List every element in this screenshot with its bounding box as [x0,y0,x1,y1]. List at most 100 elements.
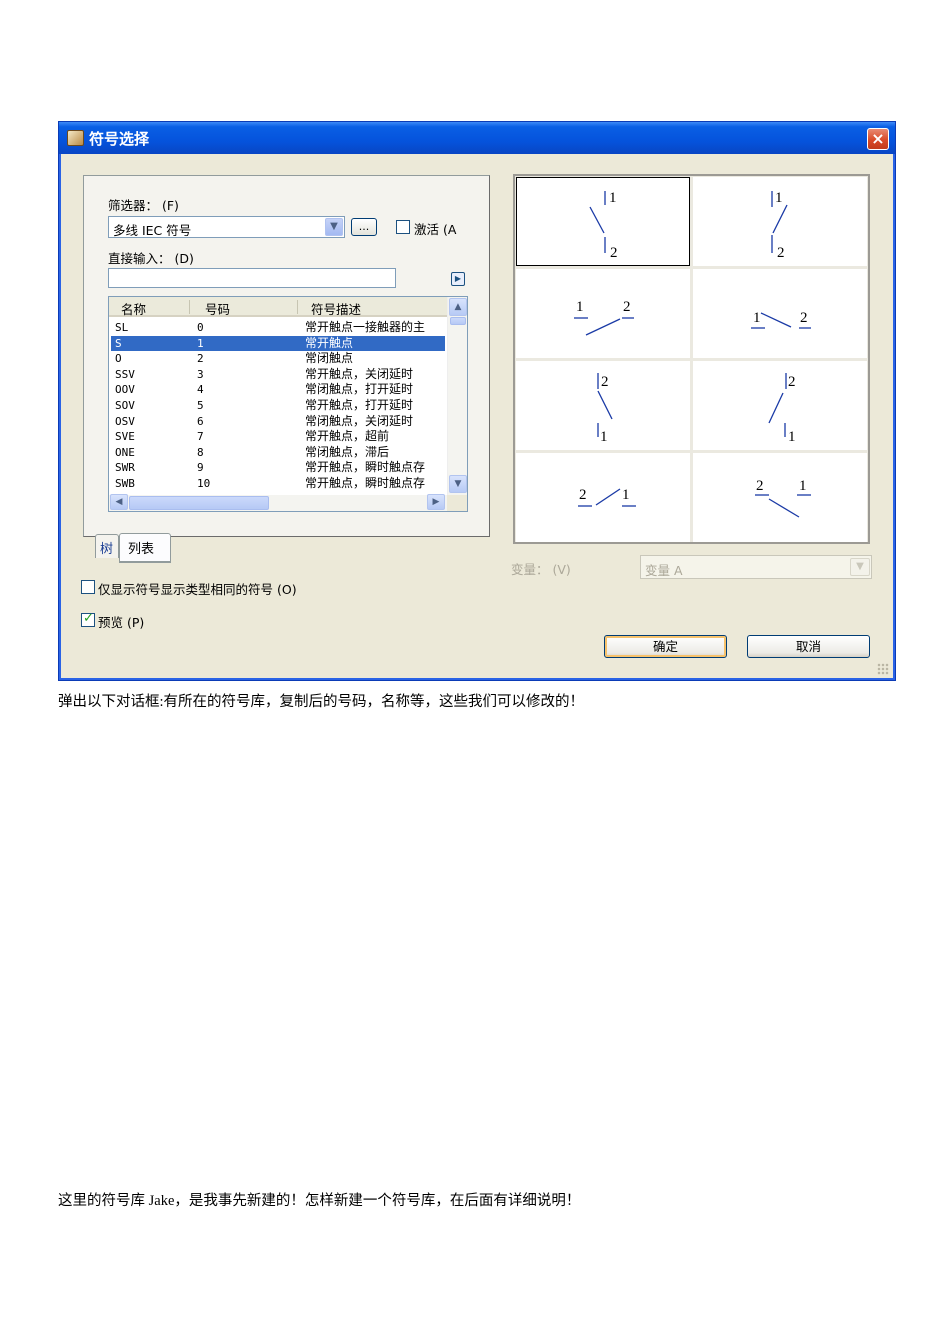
list-cell-desc: 常闭触点，打开延时 [305,382,414,397]
symbol-cell[interactable]: 21 [693,361,867,450]
symbol-terminal-label: 1 [576,299,584,315]
symbol-cell[interactable]: 21 [516,361,690,450]
list-row[interactable]: SL 0 常开触点一接触器的主 [111,320,445,336]
symbol-list[interactable]: 名称 号码 符号描述 SL 0 常开触点一接触器的主 S 1 常开触点 O 2 常闭触点 SSV 3… [108,296,468,512]
symbol-terminal-label: 2 [623,299,631,315]
list-cell-desc: 常开触点，瞬时触点存 [305,460,426,475]
filter-select[interactable]: 多线 IEC 符号 ▼ [108,216,345,238]
list-cell-name: S [115,336,122,350]
list-row[interactable]: O 2 常闭触点 [111,351,445,367]
symbol-terminal-label: 2 [610,245,618,261]
symbol-terminal-label: 2 [579,487,587,503]
list-cell-name: SOV [115,399,135,412]
symbol-terminal-label: 1 [788,429,796,445]
vertical-scrollbar[interactable]: ▲ ▼ [447,297,467,495]
list-cell-number: 8 [197,445,204,459]
list-cell-number: 2 [197,352,204,366]
list-row[interactable]: SVE 7 常开触点，超前 [111,429,445,445]
list-cell-number: 9 [197,461,204,475]
scroll-up-icon[interactable]: ▲ [449,298,467,316]
dialog-title: 符号选择 [89,130,150,148]
horizontal-scrollbar[interactable]: ◀ ▶ [109,494,447,511]
symbol-terminal-label: 2 [800,310,808,326]
filter-value: 多线 IEC 符号 [113,223,192,238]
column-header-number[interactable]: 号码 [205,299,230,318]
tab-list-label: 列表 [128,542,155,557]
symbol-cell[interactable]: 21 [693,453,867,542]
activate-checkbox[interactable] [396,220,410,234]
list-row[interactable]: OSV 6 常闭触点，关闭延时 [111,414,445,430]
contact-symbol-icon: 21 [597,373,613,445]
contact-symbol-icon: 12 [771,190,788,261]
preview-checkbox[interactable] [81,611,95,627]
list-cell-name: SSV [115,367,135,381]
list-cell-desc: 常开触点 [305,335,354,350]
symbol-terminal-label: 2 [777,245,785,261]
tab-page-list: 筛选器： (F) 多线 IEC 符号 ▼ ... 激活 (A 直接输入： (D)… [83,175,490,537]
preview-label: 预览 (P) [98,615,145,630]
only-same-type-checkbox[interactable] [81,580,95,594]
tab-tree[interactable]: 树 [95,534,119,558]
contact-symbol-icon: 12 [574,299,634,336]
tab-list[interactable]: 列表 [119,533,171,563]
list-row[interactable]: SSV 3 常开触点，关闭延时 [111,367,445,383]
symbol-cell[interactable]: 12 [693,269,867,358]
symbol-cell[interactable]: 21 [516,453,690,542]
list-row[interactable]: S 1 常开触点 [111,335,445,352]
chevron-down-icon[interactable]: ▼ [325,218,343,236]
caption-1: 弹出以下对话框:有所在的符号库，复制后的号码，名称等，这些我们可以修改的！ [58,694,585,710]
contact-symbol-icon: 21 [755,478,811,518]
list-row[interactable]: SWR 9 常开触点，瞬时触点存 [111,460,445,476]
contact-symbol-icon: 21 [578,487,636,507]
scroll-right-icon[interactable]: ▶ [427,494,445,510]
browse-button[interactable]: ... [351,218,377,236]
column-header-name[interactable]: 名称 [121,299,146,318]
vertical-scroll-thumb[interactable] [450,317,466,325]
list-row[interactable]: SOV 5 常开触点，打开延时 [111,398,445,414]
list-cell-name: SWR [115,461,135,475]
symbol-terminal-label: 1 [753,310,761,326]
variant-label: 变量： (V) [511,562,571,577]
apply-arrow-icon[interactable]: ▶ [451,272,465,286]
variant-select[interactable]: 变量 A ▼ [640,555,872,579]
contact-symbol-icon: 12 [751,310,811,329]
list-row[interactable]: ONE 8 常闭触点，滞后 [111,445,445,461]
contact-symbol-icon: 21 [768,373,796,445]
column-header-description[interactable]: 符号描述 [311,299,361,318]
list-row[interactable]: SWB 10 常开触点，瞬时触点存 [111,476,445,492]
direct-input-field[interactable] [108,268,396,288]
list-cell-desc: 常闭触点 [305,351,354,366]
horizontal-scroll-thumb[interactable] [129,496,269,510]
close-button[interactable]: × [867,128,889,150]
chevron-down-icon[interactable]: ▼ [850,558,870,576]
activate-label: 激活 (A [414,222,457,237]
list-cell-name: OOV [115,383,135,397]
scroll-down-icon[interactable]: ▼ [449,475,467,493]
list-cell-desc: 常开触点，瞬时触点存 [305,476,426,490]
list-cell-number: 6 [197,414,204,428]
list-cell-desc: 常开触点一接触器的主 [305,320,426,334]
scroll-left-icon[interactable]: ◀ [110,494,128,510]
scroll-corner [447,495,467,511]
title-bar[interactable]: 符号选择 × [59,122,895,154]
list-cell-name: O [115,352,122,366]
symbol-cell[interactable]: 12 [516,269,690,358]
ok-button[interactable]: 确定 [604,635,727,658]
symbol-preview-grid: 1212121221212121 [513,174,870,544]
list-row[interactable]: OOV 4 常闭触点，打开延时 [111,382,445,398]
list-cell-number: 0 [197,321,204,334]
list-cell-name: SVE [115,430,135,444]
symbol-cell[interactable]: 12 [693,177,867,266]
list-rows: SL 0 常开触点一接触器的主 S 1 常开触点 O 2 常闭触点 SSV 3 常开触点，关闭延时 OO… [109,320,447,495]
symbol-terminal-label: 2 [788,374,796,390]
symbol-terminal-label: 1 [600,429,608,445]
list-cell-name: ONE [115,445,135,459]
list-cell-desc: 常闭触点，关闭延时 [305,413,414,428]
symbol-cell[interactable]: 12 [516,177,690,266]
symbol-terminal-label: 2 [601,374,609,390]
contact-symbol-icon: 12 [589,190,618,261]
cancel-button[interactable]: 取消 [747,635,870,658]
resize-grip-icon[interactable] [877,663,889,675]
only-same-type-label: 仅显示符号显示类型相同的符号 (O) [98,582,297,597]
list-cell-desc: 常闭触点，滞后 [305,444,390,459]
